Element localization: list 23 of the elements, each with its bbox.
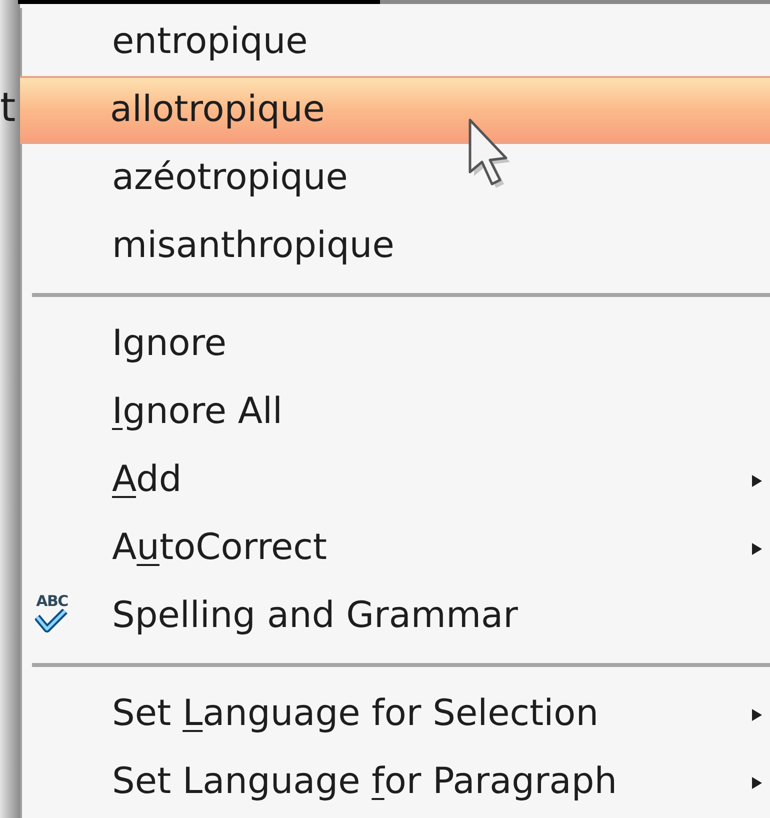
menu-item[interactable]: entropique xyxy=(22,8,770,76)
item-label: Set Language for Paragraph xyxy=(112,764,618,800)
item-label: azéotropique xyxy=(112,160,348,196)
menu-item[interactable]: azéotropique xyxy=(22,144,770,212)
menu-item[interactable]: misanthropique xyxy=(22,212,770,280)
menu-item[interactable]: Set Language for Selection xyxy=(22,680,770,748)
item-label: AutoCorrect xyxy=(112,530,328,566)
menu-item[interactable]: Set Language for Paragraph xyxy=(22,748,770,816)
item-label: Ignore All xyxy=(112,394,283,430)
item-label: entropique xyxy=(112,24,308,60)
item-label: allotropique xyxy=(110,92,325,128)
menu-item[interactable]: ABC Spelling and Grammar xyxy=(22,582,770,650)
item-label: Ignore xyxy=(112,326,226,362)
menu-item[interactable]: AutoCorrect xyxy=(22,514,770,582)
item-label: Add xyxy=(112,462,182,498)
item-label: Set Language for Selection xyxy=(112,696,599,732)
item-label: misanthropique xyxy=(112,228,394,264)
menu-item[interactable]: Add xyxy=(22,446,770,514)
menu-item[interactable]: Ignore All xyxy=(22,378,770,446)
item-label: Spelling and Grammar xyxy=(112,598,518,634)
document-text: t xyxy=(0,88,16,128)
menu-item[interactable]: Ignore xyxy=(22,310,770,378)
menu-item[interactable]: allotropique xyxy=(20,76,770,144)
